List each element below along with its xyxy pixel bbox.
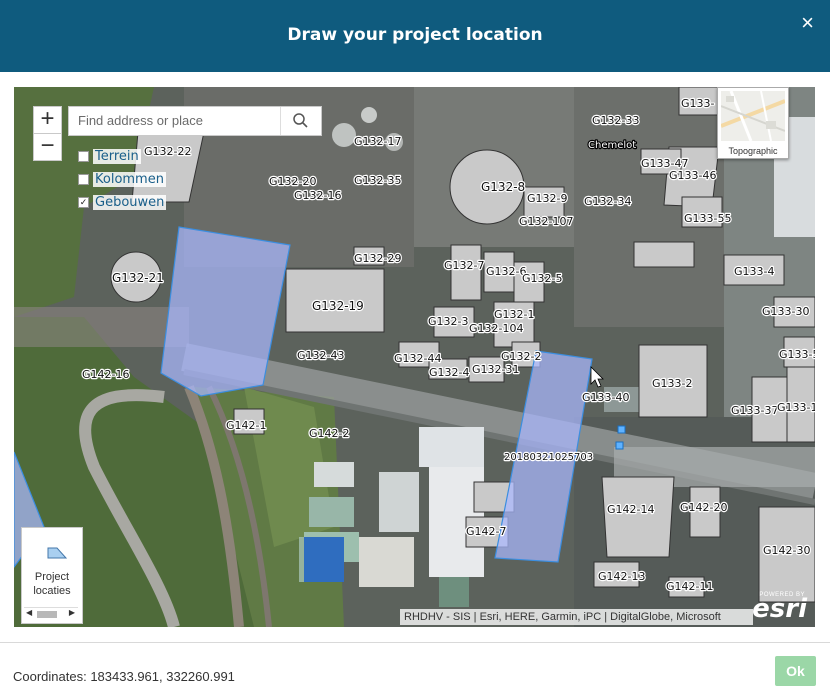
building-label: G132-19	[312, 299, 364, 313]
building-label: G132-4	[429, 366, 470, 379]
scroll-left-icon[interactable]: ◀	[26, 608, 32, 617]
coordinates-readout: Coordinates: 183433.961, 332260.991	[13, 669, 235, 684]
layer-checkbox-gebouwen[interactable]: ✓	[78, 197, 89, 208]
close-icon[interactable]: ×	[801, 10, 814, 36]
building-label: G132-3	[428, 315, 469, 328]
layer-item-terrein[interactable]: Terrein	[78, 145, 166, 168]
building-label: G132-16	[294, 189, 342, 202]
scroll-right-icon[interactable]: ▶	[69, 608, 75, 617]
search-icon	[293, 113, 308, 128]
building-label: G132-2	[501, 350, 542, 363]
building-label: G133-5	[779, 348, 815, 361]
project-locaties-tool[interactable]: Project locaties ◀ ▶	[21, 527, 83, 624]
building-label: G133-2	[652, 377, 693, 390]
zoom-out-button[interactable]: −	[33, 133, 62, 161]
building-label: G142-11	[666, 580, 714, 593]
building-label: G132-21	[112, 271, 164, 285]
building-label: G133-46	[669, 169, 717, 182]
layer-label[interactable]: Kolommen	[93, 172, 166, 187]
layer-checkbox-terrein[interactable]	[78, 151, 89, 162]
building-label: G142-13	[598, 570, 646, 583]
zoom-in-button[interactable]: +	[33, 106, 62, 134]
building-G142-14	[601, 476, 675, 558]
search-input[interactable]	[69, 107, 278, 133]
building-label: G132-1	[494, 308, 535, 321]
building-label: G142-16	[82, 368, 130, 381]
building-G132-7	[450, 244, 482, 301]
building-label: G132-17	[354, 135, 402, 148]
project-polygon-1	[160, 226, 291, 397]
building-label: G132-6	[486, 265, 527, 278]
tool-label: Project locaties	[33, 571, 71, 597]
layer-item-kolommen[interactable]: Kolommen	[78, 168, 166, 191]
project-label: 20180321025703	[504, 452, 593, 463]
building-label: G132-31	[472, 363, 520, 376]
building-label: G132-5	[522, 272, 563, 285]
place-label: Chemelot	[588, 140, 636, 151]
building-label: G142-30	[763, 544, 811, 557]
building-label: G132-7	[444, 259, 485, 272]
building-label: G132-35	[354, 174, 402, 187]
building-label: G132-107	[519, 215, 573, 228]
building-label: G133-4	[734, 265, 775, 278]
layer-label[interactable]: Terrein	[93, 149, 141, 164]
building-label: G133-55	[684, 212, 732, 225]
building-label: G132-8	[481, 180, 525, 194]
layer-item-gebouwen[interactable]: ✓ Gebouwen	[78, 191, 167, 214]
building-label: G142-1	[226, 419, 267, 432]
layer-list: Terrein Kolommen ✓ Gebouwen	[78, 145, 167, 214]
building-label: G132-34	[584, 195, 632, 208]
building-label: G132-44	[394, 352, 442, 365]
scroll-thumb[interactable]	[37, 611, 57, 618]
building-label: G132-9	[527, 192, 568, 205]
basemap-toggle[interactable]: Topographic	[717, 87, 789, 159]
layer-label[interactable]: Gebouwen	[93, 195, 167, 210]
building-label: G142-7	[466, 525, 507, 538]
building-label: G132-33	[592, 114, 640, 127]
esri-logo: POWERED BY esri	[752, 592, 807, 624]
polygon-icon	[47, 547, 68, 559]
building-label: G142-20	[680, 501, 728, 514]
building-label: G133-37	[731, 404, 779, 417]
building-label: G142-2	[309, 427, 350, 440]
dialog-title: Draw your project location	[287, 25, 543, 45]
map-view[interactable]: G132-22 G132-17 G132-20 G132-16 G132-35 …	[14, 87, 815, 627]
building-label: G132-104	[469, 322, 523, 335]
mouse-cursor	[590, 366, 604, 388]
layer-checkbox-kolommen[interactable]	[78, 174, 89, 185]
dialog-header: Draw your project location ×	[0, 0, 830, 72]
building-label: G132-29	[354, 252, 402, 265]
search-box	[68, 106, 322, 136]
ok-button[interactable]: Ok	[775, 656, 816, 686]
tool-scrollbar[interactable]: ◀ ▶	[24, 607, 78, 620]
building-label: G133-30	[762, 305, 810, 318]
building-label: G132-20	[269, 175, 317, 188]
building-label: G133-40	[582, 391, 630, 404]
basemap-thumbnail	[721, 91, 785, 141]
building-label: G142-14	[607, 503, 655, 516]
search-button[interactable]	[280, 107, 321, 135]
building-label: G133-	[681, 97, 715, 110]
footer-divider	[0, 642, 830, 643]
building-label: G133-1	[777, 401, 815, 414]
map-attribution: RHDHV - SIS | Esri, HERE, Garmin, iPC | …	[400, 609, 753, 625]
basemap-label: Topographic	[728, 146, 778, 156]
building-label: G132-43	[297, 349, 345, 362]
building-G132-29b	[633, 241, 695, 268]
